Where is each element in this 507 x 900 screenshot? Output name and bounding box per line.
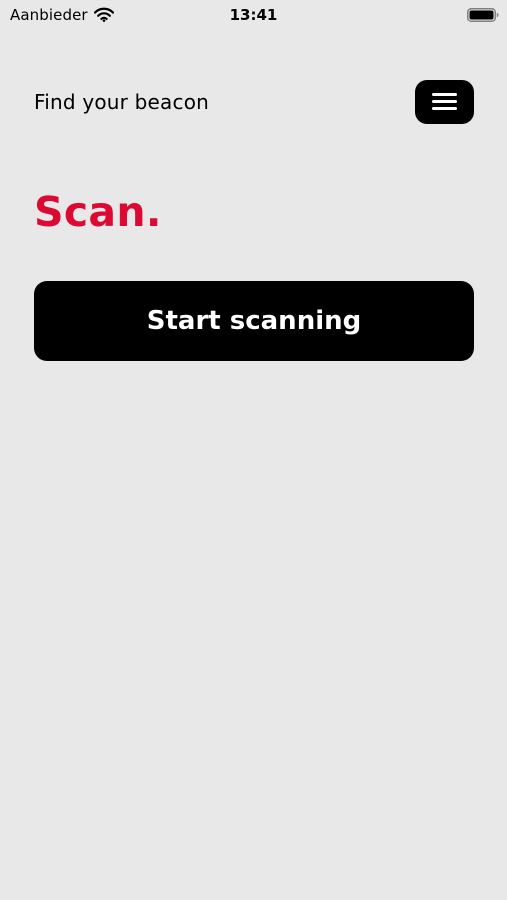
- page-title: Scan.: [34, 188, 162, 236]
- start-scanning-button[interactable]: Start scanning: [34, 281, 474, 361]
- battery-icon: [467, 8, 499, 22]
- start-scanning-label: Start scanning: [146, 306, 362, 336]
- menu-button[interactable]: [415, 80, 474, 124]
- status-bar: Aanbieder 13:41: [0, 0, 507, 30]
- menu-icon: [432, 93, 457, 111]
- page-subtitle: Find your beacon: [34, 90, 210, 114]
- page-header: Find your beacon: [34, 80, 474, 124]
- status-time: 13:41: [229, 6, 278, 24]
